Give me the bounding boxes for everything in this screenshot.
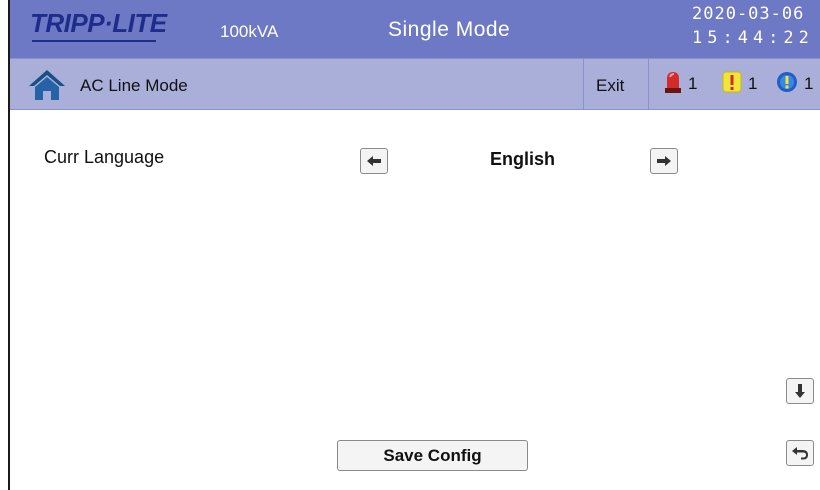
yellow-warning-icon: [722, 71, 742, 98]
capacity-label: 100kVA: [220, 22, 279, 41]
arrow-right-icon: [657, 156, 671, 166]
separator: [648, 59, 649, 110]
logo-underline: [32, 40, 156, 42]
top-bar: TRIPP·LITE 100kVA Single Mode 2020-03-06…: [10, 0, 820, 58]
save-config-button[interactable]: Save Config: [337, 440, 528, 471]
return-icon: [792, 447, 808, 460]
alarm-critical[interactable]: 1: [664, 71, 698, 98]
mode-title: Single Mode: [388, 18, 511, 41]
clock-date: 2020-03-06: [692, 4, 805, 24]
current-language-value: English: [490, 149, 556, 169]
alarm-info[interactable]: 1: [776, 71, 814, 98]
tripp-lite-logo: TRIPP·LITE: [30, 8, 167, 42]
operating-mode-label: AC Line Mode: [80, 76, 188, 95]
clock-time: 15:44:22: [692, 28, 814, 48]
arrow-down-icon: [795, 384, 805, 398]
blue-info-icon: [776, 71, 798, 98]
separator: [583, 59, 584, 110]
alarm-warning[interactable]: 1: [722, 71, 758, 98]
back-button[interactable]: [786, 440, 814, 466]
alarm-info-count: 1: [804, 74, 814, 93]
next-language-button[interactable]: [650, 148, 678, 174]
arrow-left-icon: [367, 156, 381, 166]
previous-language-button[interactable]: [360, 148, 388, 174]
logo-text: TRIPP·LITE: [30, 8, 167, 38]
scroll-down-button[interactable]: [786, 378, 814, 404]
status-bar: AC Line Mode Exit 1 1 1: [10, 58, 820, 110]
current-language-label: Curr Language: [44, 147, 165, 167]
alarm-warning-count: 1: [748, 74, 758, 93]
red-beacon-icon: [664, 71, 682, 98]
exit-button[interactable]: Exit: [596, 76, 624, 96]
home-icon[interactable]: [28, 69, 66, 101]
ups-screen: TRIPP·LITE 100kVA Single Mode 2020-03-06…: [8, 0, 820, 490]
clock: 2020-03-06 15:44:22: [692, 2, 820, 50]
alarm-critical-count: 1: [688, 74, 698, 93]
